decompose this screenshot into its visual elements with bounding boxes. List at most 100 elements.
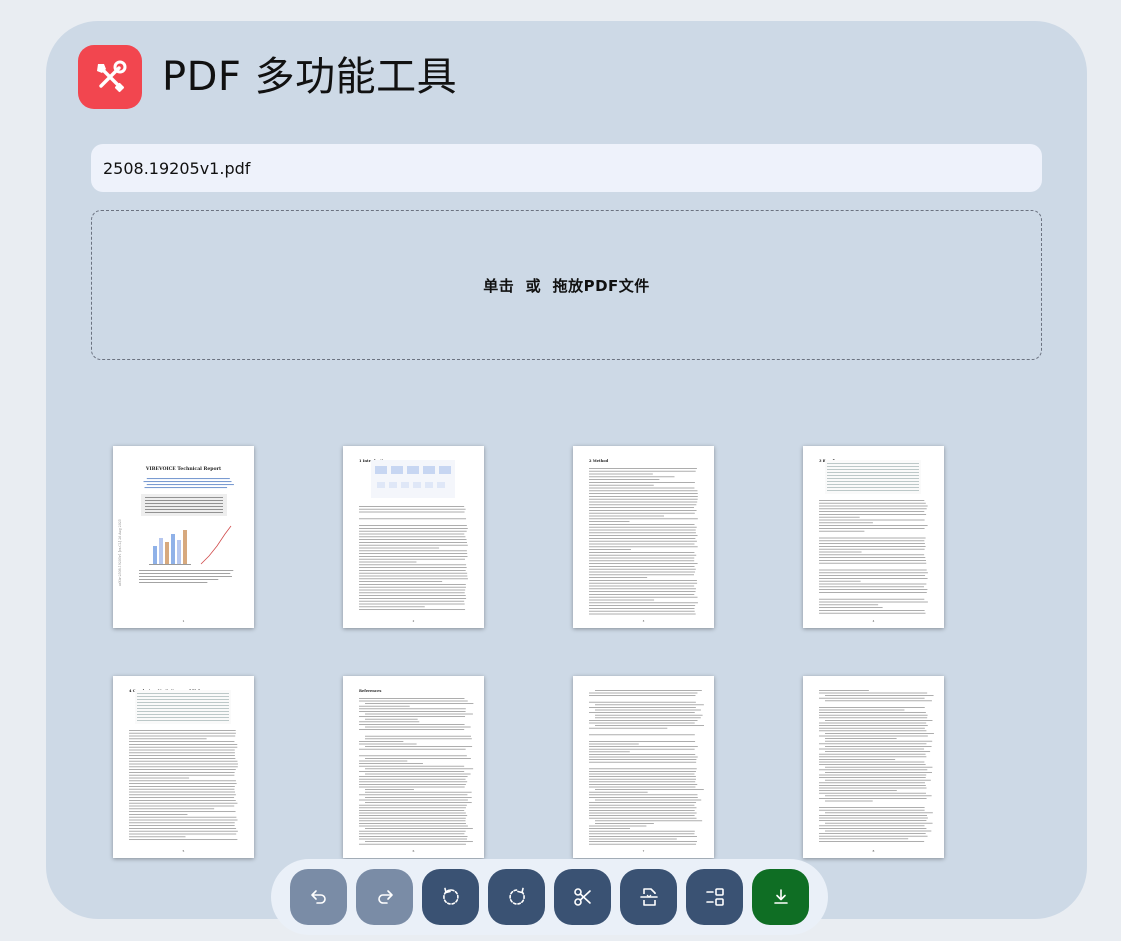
page-text-line [359,721,420,723]
page-text-line [359,508,466,510]
page-text-line [589,496,698,497]
page-text-line [819,759,896,760]
page-text-line [819,514,927,515]
page-text-line [365,791,472,793]
page-text-line [819,709,905,711]
page-text-line [359,755,467,757]
page-text-line [129,794,236,796]
page-text-line [137,714,229,715]
arxiv-side-note: arXiv:2508.19205v1 [cs.CL] 26 Aug 2025 [118,519,122,586]
page-text-line [589,802,697,804]
page-text-line [819,690,869,691]
page-text-line [819,769,928,771]
page-text-line [589,540,697,542]
page-text-line [359,598,467,599]
page-text-line [819,511,925,513]
page-text-line [589,596,698,598]
page-text-line [359,550,467,552]
undo-button[interactable] [290,869,347,925]
page-text-line [589,538,696,539]
page-text-line [825,812,933,814]
page-thumbnail[interactable]: References 6 [343,676,484,858]
page-number: 5 [183,849,185,853]
redo-button[interactable] [356,869,413,925]
page-text-line [589,580,697,581]
file-name-field[interactable]: 2508.19205v1.pdf [91,144,1042,192]
page-figure [391,466,403,474]
page-text-line [359,556,468,557]
download-button[interactable] [752,869,809,925]
page-text-line [129,786,235,787]
page-text-line [144,487,228,489]
page-text-line [359,584,466,585]
organize-button[interactable] [686,869,743,925]
page-text-line [359,760,408,762]
split-button[interactable] [554,869,611,925]
page-figure [375,466,387,474]
page-text-line [819,530,865,532]
pdf-dropzone[interactable]: 单击 或 拖放PDF文件 [91,210,1042,360]
page-text-line [595,709,701,711]
page-thumbnail[interactable]: 3 Results4 [803,446,944,628]
page-figure [165,542,169,564]
compress-button[interactable] [620,869,677,925]
page-text-line [359,833,465,835]
page-text-line [589,722,695,724]
page-thumbnail[interactable]: 1 Introduction2 [343,446,484,628]
page-figure [371,460,455,498]
page-text-line [819,743,927,745]
page-text-line [819,838,909,840]
page-text-line [589,588,696,590]
page-text-line [819,764,926,766]
page-text-line [589,812,697,814]
page-text-line [819,727,925,729]
page-text-line [819,598,925,600]
page-text-line [359,600,465,602]
page-text-line [129,749,235,751]
page-text-line [589,836,697,837]
page-text-line [359,609,466,611]
page-text-line [819,761,925,763]
page-number: 4 [873,619,875,623]
page-text-line [825,795,932,797]
page-text-line [145,509,223,510]
page-text-line [819,722,927,724]
page-text-line [139,570,234,571]
page-thumbnail[interactable]: 8 [803,676,944,858]
page-text-line [359,705,410,707]
page-text-line [819,522,873,524]
page-text-line [589,479,660,481]
page-text-line [589,566,695,567]
page-text-line [359,711,466,712]
page-text-line [129,783,237,785]
page-thumbnail[interactable]: 2 Method 3 [573,446,714,628]
page-preview: 2 Method 3 [589,459,698,623]
rotate-left-button[interactable] [422,869,479,925]
page-text-line [827,490,919,491]
page-text-line [589,594,695,595]
page-text-line [129,791,236,793]
page-figure [135,690,231,724]
page-text-line [819,753,926,755]
page-number: 6 [413,849,415,853]
page-figure [439,466,451,474]
page-text-line [129,758,236,759]
page-text-line [595,717,701,719]
page-text-line [359,776,468,778]
page-text-line [595,820,703,822]
page-text-line [589,518,698,520]
page-figure [425,482,433,488]
page-text-line [595,789,704,791]
page-text-line [589,830,695,832]
page-text-line [137,717,229,718]
page-text-line [589,761,697,763]
page-thumbnail[interactable]: VIBEVOICE Technical Report arXiv:2508.192… [113,446,254,628]
page-thumbnail[interactable]: 4 Conclusion, Limitations, and Risks5 [113,676,254,858]
page-text-line [145,503,223,504]
page-thumbnail[interactable]: 7 [573,676,714,858]
page-text-line [589,613,696,615]
page-text-line [589,746,698,748]
page-text-line [359,763,423,765]
rotate-right-button[interactable] [488,869,545,925]
page-text-line [819,815,928,816]
